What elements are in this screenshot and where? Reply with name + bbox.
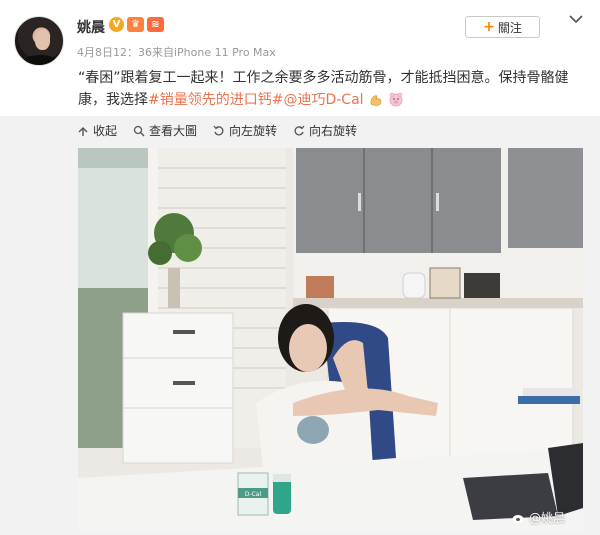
avatar-shoulder [23,55,57,65]
view-large-label: 查看大圖 [149,124,198,138]
image-toolbar: 收起 查看大圖 向左旋转 向右旋转 [77,122,357,139]
vip-crown-icon[interactable]: ♛ [127,17,144,32]
follow-button[interactable]: + 關注 [465,16,540,38]
rotate-right-icon [294,125,305,135]
post-text: “春困”跟着复工一起来！工作之余要多多活动筋骨，才能抵挡困意。保持骨骼健康，我选… [78,67,583,111]
view-large-button[interactable]: 查看大圖 [133,122,197,139]
collapse-icon [78,126,88,136]
rotate-right-button[interactable]: 向右旋转 [293,122,357,139]
rotate-left-icon [213,125,224,135]
product-box-label: D-Cal [245,491,262,498]
collapse-button[interactable]: 收起 [77,122,117,139]
hashtag-link[interactable]: #销量领先的进口钙# [148,92,283,108]
post-photo[interactable]: D-Cal [78,148,583,530]
pig-emoji-icon [390,92,403,107]
plus-icon: + [483,19,495,35]
rotate-left-button[interactable]: 向左旋转 [213,122,277,139]
watermark-text: @姚晨 [529,511,566,525]
collapse-label: 收起 [93,124,118,138]
more-chevron-icon[interactable] [568,13,584,25]
verified-badge-icon[interactable]: V [109,17,124,32]
watermark: @姚晨 [512,509,565,526]
rotate-right-label: 向右旋转 [309,124,358,138]
mention-link[interactable]: @迪巧D-Cal [283,92,363,108]
rotate-left-label: 向左旋转 [229,124,278,138]
user-badges: V ♛ ≋ [109,17,164,32]
follow-label: 關注 [497,20,522,35]
fan-badge-icon[interactable]: ≋ [147,17,164,32]
avatar[interactable] [14,16,64,66]
photo-scene: D-Cal [78,148,583,530]
flexed-arm-emoji-icon [370,95,382,106]
post-meta: 4月8日12：36来自iPhone 11 Pro Max [77,46,276,59]
zoom-icon [133,125,145,136]
avatar-face [35,30,50,50]
username[interactable]: 姚晨 [77,17,105,37]
weibo-logo-icon [512,514,524,523]
